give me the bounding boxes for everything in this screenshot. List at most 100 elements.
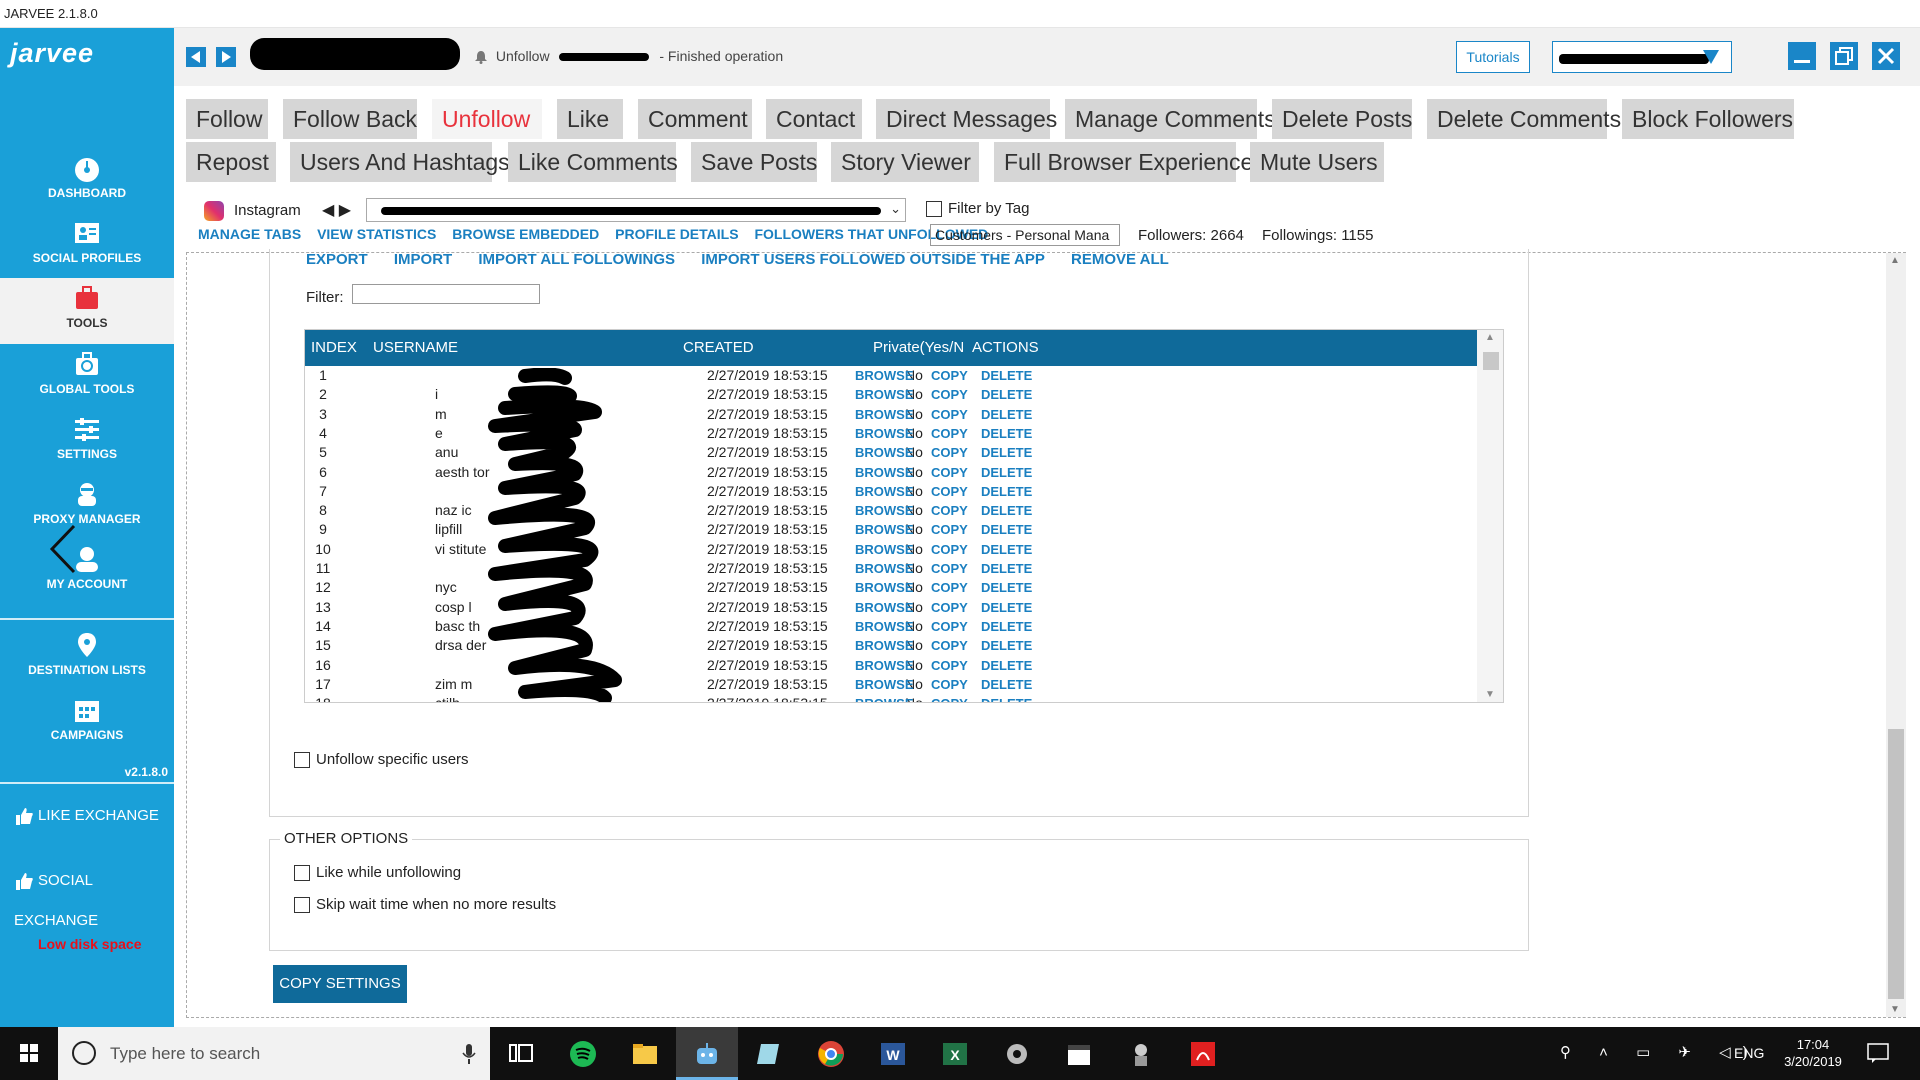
copy-link[interactable]: COPY [931, 405, 968, 424]
delete-link[interactable]: DELETE [981, 520, 1032, 539]
copy-link[interactable]: COPY [931, 598, 968, 617]
tutorials-button[interactable]: Tutorials [1456, 41, 1530, 73]
forward-button[interactable] [216, 47, 236, 67]
browse-link[interactable]: BROWSE [855, 656, 914, 675]
sidebar-item-settings[interactable]: SETTINGS [0, 409, 174, 473]
tab-delete-comments[interactable]: Delete Comments [1427, 99, 1621, 139]
taskbar-search[interactable]: Type here to search [58, 1027, 490, 1080]
browse-link[interactable]: BROWSE [855, 540, 914, 559]
chrome-app[interactable] [800, 1027, 862, 1080]
copy-link[interactable]: COPY [931, 443, 968, 462]
tab-direct-messages[interactable]: Direct Messages [876, 99, 1057, 139]
tab-mute-users[interactable]: Mute Users [1250, 142, 1384, 182]
scroll-thumb[interactable] [1483, 352, 1499, 370]
delete-link[interactable]: DELETE [981, 463, 1032, 482]
tab-name-field[interactable]: Customers - Personal Mana [930, 224, 1120, 246]
sidebar-item-tools[interactable]: TOOLS [0, 278, 174, 344]
tab-like[interactable]: Like [557, 99, 623, 139]
copy-link[interactable]: COPY [931, 424, 968, 443]
sidebar-item-global-tools[interactable]: GLOBAL TOOLS [0, 344, 174, 408]
browse-link[interactable]: BROWSE [855, 463, 914, 482]
manage-tabs-link[interactable]: MANAGE TABS [198, 226, 301, 242]
unfollow-specific-checkbox[interactable]: Unfollow specific users [294, 751, 469, 769]
sidebar-item-destination-lists[interactable]: DESTINATION LISTS [0, 625, 174, 689]
copy-link[interactable]: COPY [931, 559, 968, 578]
col-created[interactable]: CREATED [683, 330, 754, 366]
chevron-down-icon[interactable]: ▼ [1485, 689, 1495, 700]
delete-link[interactable]: DELETE [981, 656, 1032, 675]
import-all-followings-link[interactable]: IMPORT ALL FOLLOWINGS [478, 251, 675, 268]
delete-link[interactable]: DELETE [981, 617, 1032, 636]
copy-settings-button[interactable]: COPY SETTINGS [273, 965, 407, 1003]
delete-link[interactable]: DELETE [981, 366, 1032, 385]
import-link[interactable]: IMPORT [394, 251, 452, 268]
browse-link[interactable]: BROWSE [855, 520, 914, 539]
copy-link[interactable]: COPY [931, 385, 968, 404]
delete-link[interactable]: DELETE [981, 636, 1032, 655]
copy-link[interactable]: COPY [931, 656, 968, 675]
checkbox-box[interactable] [294, 752, 310, 769]
tab-repost[interactable]: Repost [186, 142, 276, 182]
browse-link[interactable]: BROWSE [855, 501, 914, 520]
restore-button[interactable] [1830, 42, 1858, 70]
delete-link[interactable]: DELETE [981, 443, 1032, 462]
tab-story-viewer[interactable]: Story Viewer [831, 142, 979, 182]
copy-link[interactable]: COPY [931, 463, 968, 482]
delete-link[interactable]: DELETE [981, 675, 1032, 694]
browse-link[interactable]: BROWSE [855, 598, 914, 617]
sidebar-item-proxy-manager[interactable]: PROXY MANAGER [0, 474, 174, 538]
jarvee-app[interactable] [676, 1027, 738, 1080]
sidebar-item-dashboard[interactable]: DASHBOARD [0, 148, 174, 212]
browse-link[interactable]: BROWSE [855, 636, 914, 655]
tab-delete-posts[interactable]: Delete Posts [1272, 99, 1412, 139]
delete-link[interactable]: DELETE [981, 598, 1032, 617]
tab-block-followers[interactable]: Block Followers [1622, 99, 1794, 139]
browse-link[interactable]: BROWSE [855, 694, 914, 702]
delete-link[interactable]: DELETE [981, 559, 1032, 578]
browse-link[interactable]: BROWSE [855, 366, 914, 385]
export-link[interactable]: EXPORT [306, 251, 368, 268]
sidebar-item-social-profiles[interactable]: SOCIAL PROFILES [0, 213, 174, 277]
copy-link[interactable]: COPY [931, 366, 968, 385]
browse-link[interactable]: BROWSE [855, 424, 914, 443]
chevron-up-icon[interactable]: ▲ [1485, 332, 1495, 343]
browse-link[interactable]: BROWSE [855, 617, 914, 636]
import-outside-link[interactable]: IMPORT USERS FOLLOWED OUTSIDE THE APP [701, 251, 1045, 268]
language-indicator[interactable]: ENG [1734, 1045, 1764, 1061]
browse-link[interactable]: BROWSE [855, 405, 914, 424]
tab-save-posts[interactable]: Save Posts [691, 142, 817, 182]
delete-link[interactable]: DELETE [981, 405, 1032, 424]
acrobat-app[interactable] [1172, 1027, 1234, 1080]
tab-follow-back[interactable]: Follow Back [283, 99, 417, 139]
browse-link[interactable]: BROWSE [855, 559, 914, 578]
notifications-icon[interactable] [1866, 1041, 1890, 1065]
copy-link[interactable]: COPY [931, 617, 968, 636]
tab-manage-comments[interactable]: Manage Comments [1065, 99, 1276, 139]
delete-link[interactable]: DELETE [981, 540, 1032, 559]
browse-link[interactable]: BROWSE [855, 578, 914, 597]
col-actions[interactable]: ACTIONS [972, 330, 1039, 366]
copy-link[interactable]: COPY [931, 578, 968, 597]
delete-link[interactable]: DELETE [981, 694, 1032, 702]
settings-app[interactable] [986, 1027, 1048, 1080]
copy-link[interactable]: COPY [931, 694, 968, 702]
start-button[interactable] [0, 1027, 58, 1080]
delete-link[interactable]: DELETE [981, 385, 1032, 404]
social-exchange-button[interactable]: SOCIAL EXCHANGE [0, 861, 174, 929]
tab-unfollow[interactable]: Unfollow [432, 99, 542, 139]
tab-full-browser-experience[interactable]: Full Browser Experience [994, 142, 1253, 182]
skip-wait-checkbox[interactable]: Skip wait time when no more results [294, 896, 556, 914]
main-scrollbar[interactable]: ▲ ▼ [1886, 253, 1906, 1017]
system-tray[interactable]: ⚲ ˄ ▭ ✈ ◁) [1560, 1043, 1760, 1061]
chevron-down-icon[interactable]: ▼ [1890, 1004, 1900, 1015]
file-explorer-app[interactable] [614, 1027, 676, 1080]
like-while-unfollowing-checkbox[interactable]: Like while unfollowing [294, 864, 461, 882]
browse-embedded-link[interactable]: BROWSE EMBEDDED [452, 226, 599, 242]
delete-link[interactable]: DELETE [981, 578, 1032, 597]
delete-link[interactable]: DELETE [981, 424, 1032, 443]
copy-link[interactable]: COPY [931, 482, 968, 501]
copy-link[interactable]: COPY [931, 520, 968, 539]
clock[interactable]: 17:04 3/20/2019 [1778, 1036, 1848, 1070]
account-dropdown[interactable]: ⌄ [366, 198, 906, 222]
microphone-icon[interactable] [462, 1043, 476, 1065]
